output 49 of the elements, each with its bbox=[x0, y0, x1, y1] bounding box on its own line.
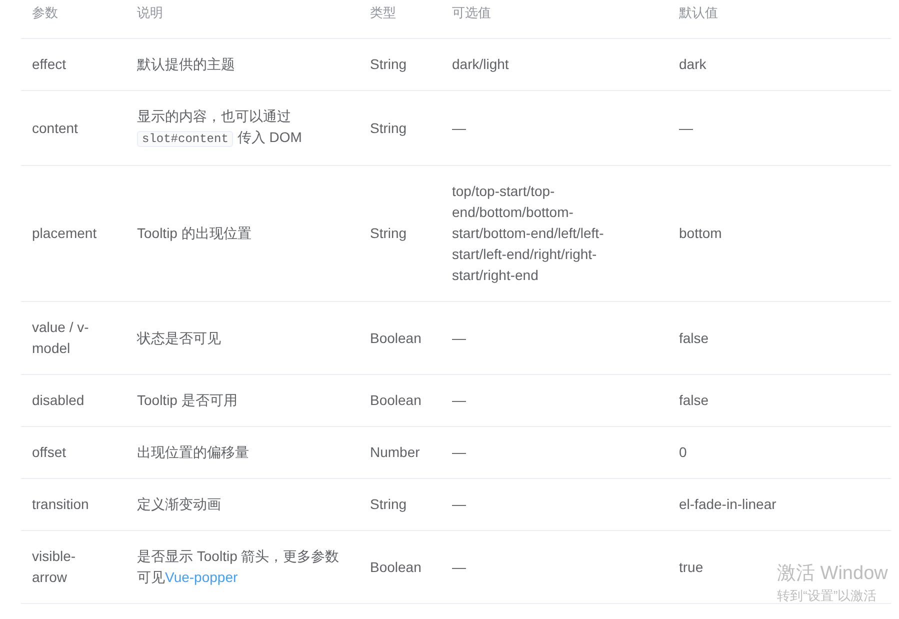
type-text: Boolean bbox=[370, 558, 422, 574]
description-text: Tooltip 的出现位置 bbox=[137, 224, 252, 243]
default-value: 0 bbox=[679, 444, 687, 460]
options-text: — bbox=[452, 391, 467, 410]
options-text: — bbox=[452, 495, 467, 514]
options-text: dark/light bbox=[452, 55, 510, 74]
options-text: — bbox=[452, 118, 467, 138]
parameter-name: value / v-model bbox=[32, 318, 90, 358]
description-text: Tooltip 是否可用 bbox=[137, 391, 238, 410]
column-header: 可选值 bbox=[452, 5, 491, 20]
default-value: true bbox=[679, 558, 704, 574]
options-text: top/top-start/top-end/bottom/bottom-start/bottom-end/left/left-start/left-end/right/right-start/right-end bbox=[452, 182, 605, 285]
column-header: 类型 bbox=[370, 5, 396, 20]
options-text: — bbox=[452, 443, 467, 462]
parameter-name: transition bbox=[32, 495, 90, 514]
code-snippet: slot#content bbox=[137, 131, 234, 147]
default-value: false bbox=[679, 330, 709, 346]
column-header: 参数 bbox=[32, 5, 58, 20]
type-text: String bbox=[370, 56, 407, 72]
parameter-name: offset bbox=[32, 443, 67, 462]
description-text: 是否显示 Tooltip 箭头，更多参数可见Vue-popper bbox=[137, 547, 340, 587]
options-text: — bbox=[452, 558, 467, 576]
options-text: — bbox=[452, 328, 467, 348]
description-text: 状态是否可见 bbox=[137, 328, 222, 348]
link[interactable]: Vue-popper bbox=[165, 569, 238, 585]
activation-title: 激活 Window bbox=[777, 562, 888, 586]
description-text: 显示的内容，也可以通过 slot#content 传入 DOM bbox=[137, 107, 303, 149]
type-text: Number bbox=[370, 444, 420, 460]
type-text: String bbox=[370, 496, 407, 512]
default-value: — bbox=[679, 120, 693, 136]
column-header: 默认值 bbox=[679, 5, 718, 20]
default-value: dark bbox=[679, 56, 706, 72]
type-text: Boolean bbox=[370, 330, 422, 346]
parameter-name: effect bbox=[32, 55, 67, 74]
parameter-name: placement bbox=[32, 224, 98, 243]
parameter-name: disabled bbox=[32, 391, 86, 410]
default-value: el-fade-in-linear bbox=[679, 496, 776, 512]
parameter-name: content bbox=[32, 118, 79, 138]
default-value: bottom bbox=[679, 225, 722, 241]
column-header: 说明 bbox=[137, 5, 163, 20]
type-text: String bbox=[370, 120, 407, 136]
description-text: 默认提供的主题 bbox=[137, 55, 236, 74]
description-text: 定义渐变动画 bbox=[137, 495, 222, 514]
default-value: false bbox=[679, 392, 709, 408]
parameter-name: visible-arrow bbox=[32, 547, 77, 587]
type-text: Boolean bbox=[370, 392, 422, 408]
description-text: 出现位置的偏移量 bbox=[137, 443, 250, 462]
activation-subtitle: 转到“设置”以激活 bbox=[777, 587, 878, 605]
type-text: String bbox=[370, 225, 407, 241]
